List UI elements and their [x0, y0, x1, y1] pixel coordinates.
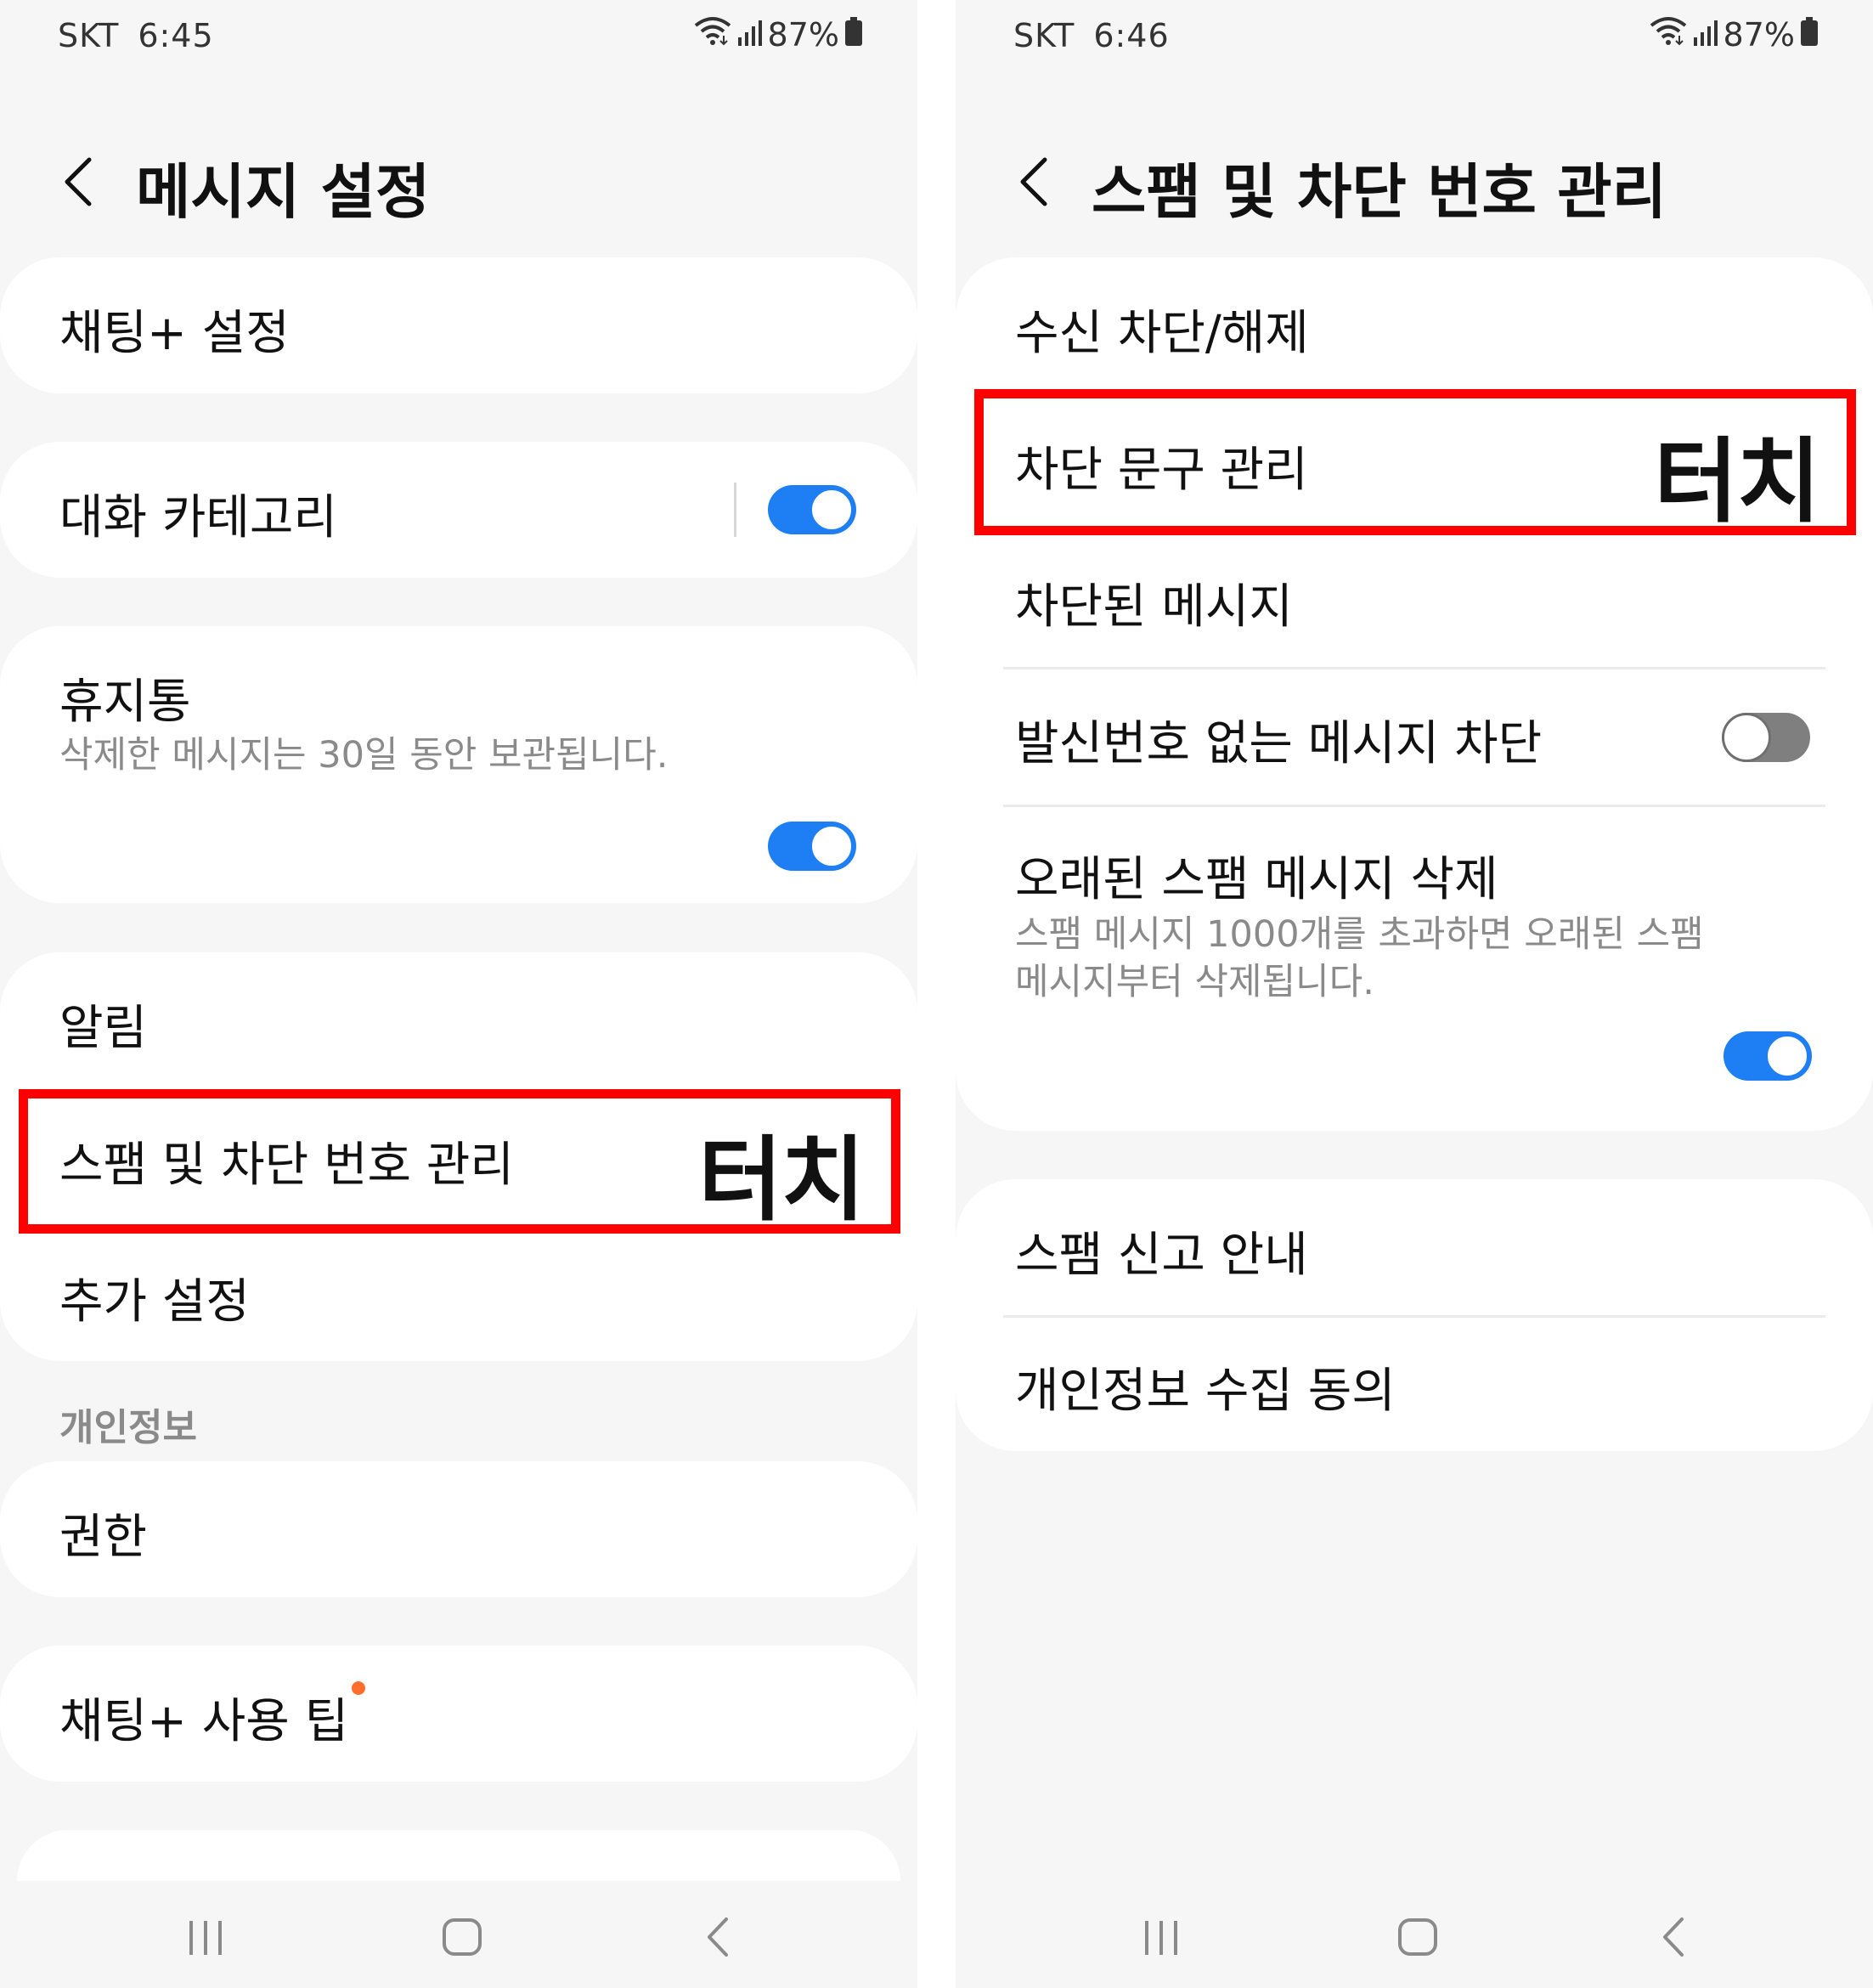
delete-old-spam-item[interactable]: 오래된 스팸 메시지 삭제 스팸 메시지 1000개를 초과하면 오래된 스팸 … [956, 807, 1873, 1130]
signal-icon [1693, 16, 1718, 54]
touch-annotation: 터치 [698, 1127, 866, 1234]
battery-percent: 87% [1723, 15, 1795, 54]
chat-plus-tips-item[interactable]: 채팅+ 사용 팁 [0, 1646, 917, 1782]
new-badge [352, 1681, 365, 1695]
item-label: 발신번호 없는 메시지 차단 [1015, 716, 1543, 771]
spam-report-guide-item[interactable]: 스팸 신고 안내 [956, 1179, 1873, 1315]
section-header-privacy: 개인정보 [59, 1406, 197, 1449]
chevron-left-icon [65, 157, 92, 206]
home-icon [1398, 1918, 1437, 1956]
page-title: 메시지 설정 [136, 157, 431, 227]
recents-button[interactable] [163, 1895, 248, 1980]
app-bar: 스팸 및 차단 번호 관리 [956, 127, 1873, 238]
wifi-icon [1649, 15, 1688, 54]
chat-plus-settings-item[interactable]: 채팅+ 설정 [0, 257, 917, 393]
item-label: 알림 [59, 1001, 148, 1056]
conversation-category-toggle[interactable] [768, 485, 856, 534]
touch-annotation: 터치 [1654, 429, 1821, 535]
item-label: 채팅+ 사용 팁 [59, 1694, 349, 1749]
back-button[interactable] [48, 148, 107, 216]
status-bar: SKT 6:46 87% [956, 0, 1873, 68]
trash-item[interactable]: 휴지통 삭제한 메시지는 30일 동안 보관됩니다. [0, 626, 917, 903]
nav-back-button[interactable] [1632, 1895, 1717, 1980]
partial-item [17, 1830, 900, 1881]
battery-percent: 87% [767, 15, 839, 54]
status-bar: SKT 6:45 87% [0, 0, 917, 68]
delete-old-spam-toggle[interactable] [1723, 1031, 1812, 1081]
signal-icon [737, 16, 763, 54]
nav-back-icon [708, 1917, 728, 1957]
wifi-icon [693, 15, 732, 54]
chevron-left-icon [1020, 157, 1047, 206]
app-bar: 메시지 설정 [0, 127, 917, 238]
item-description: 삭제한 메시지는 30일 동안 보관됩니다. [59, 734, 669, 777]
item-label: 권한 [59, 1510, 148, 1565]
home-button[interactable] [420, 1895, 505, 1980]
screen-spam-block-management: SKT 6:46 87% 스팸 및 차단 번호 관리 수신 차단/해제 차단 문구… [956, 0, 1873, 1988]
status-time: 6:45 [138, 17, 214, 54]
notifications-item[interactable]: 알림 [0, 952, 917, 1088]
block-unknown-sender-item[interactable]: 발신번호 없는 메시지 차단 [956, 669, 1873, 805]
back-button[interactable] [1003, 148, 1063, 216]
status-time: 6:46 [1093, 17, 1170, 54]
item-description-line-1: 스팸 메시지 1000개를 초과하면 오래된 스팸 [1015, 913, 1704, 956]
privacy-consent-item[interactable]: 개인정보 수집 동의 [956, 1317, 1873, 1451]
item-label: 대화 카테고리 [59, 490, 337, 545]
home-icon [443, 1918, 482, 1956]
blocked-messages-item[interactable]: 차단된 메시지 [956, 531, 1873, 667]
battery-icon [1800, 16, 1819, 54]
battery-icon [844, 16, 863, 54]
nav-back-icon [1663, 1917, 1684, 1957]
item-label: 추가 설정 [59, 1274, 250, 1330]
home-button[interactable] [1375, 1895, 1460, 1980]
trash-toggle[interactable] [768, 822, 856, 871]
nav-back-button[interactable] [676, 1895, 761, 1980]
recents-icon [189, 1921, 222, 1955]
divider [734, 483, 736, 537]
item-label: 차단된 메시지 [1015, 579, 1293, 635]
block-unknown-sender-toggle[interactable] [1722, 713, 1810, 762]
page-title: 스팸 및 차단 번호 관리 [1092, 157, 1667, 227]
item-label: 채팅+ 설정 [59, 306, 290, 361]
recents-button[interactable] [1119, 1895, 1204, 1980]
navigation-bar [956, 1878, 1873, 1988]
conversation-category-item[interactable]: 대화 카테고리 [0, 442, 917, 578]
recents-icon [1145, 1921, 1177, 1955]
block-unblock-item[interactable]: 수신 차단/해제 [956, 257, 1873, 393]
item-label: 스팸 신고 안내 [1015, 1228, 1308, 1283]
item-label: 휴지통 [59, 675, 191, 730]
navigation-bar [0, 1878, 917, 1988]
carrier-name: SKT [1013, 17, 1075, 54]
item-label: 오래된 스팸 메시지 삭제 [1015, 852, 1498, 907]
item-description-line-2: 메시지부터 삭제됩니다. [1015, 961, 1374, 1003]
item-label: 개인정보 수집 동의 [1015, 1364, 1396, 1419]
permissions-item[interactable]: 권한 [0, 1461, 917, 1597]
more-settings-item[interactable]: 추가 설정 [0, 1226, 917, 1362]
screen-message-settings: SKT 6:45 87% 메시지 설정 채팅+ 설정 대화 카테고리 휴지통 삭… [0, 0, 917, 1988]
item-label: 수신 차단/해제 [1015, 306, 1309, 361]
carrier-name: SKT [58, 17, 120, 54]
spam-info-group: 스팸 신고 안내 개인정보 수집 동의 [956, 1179, 1873, 1451]
